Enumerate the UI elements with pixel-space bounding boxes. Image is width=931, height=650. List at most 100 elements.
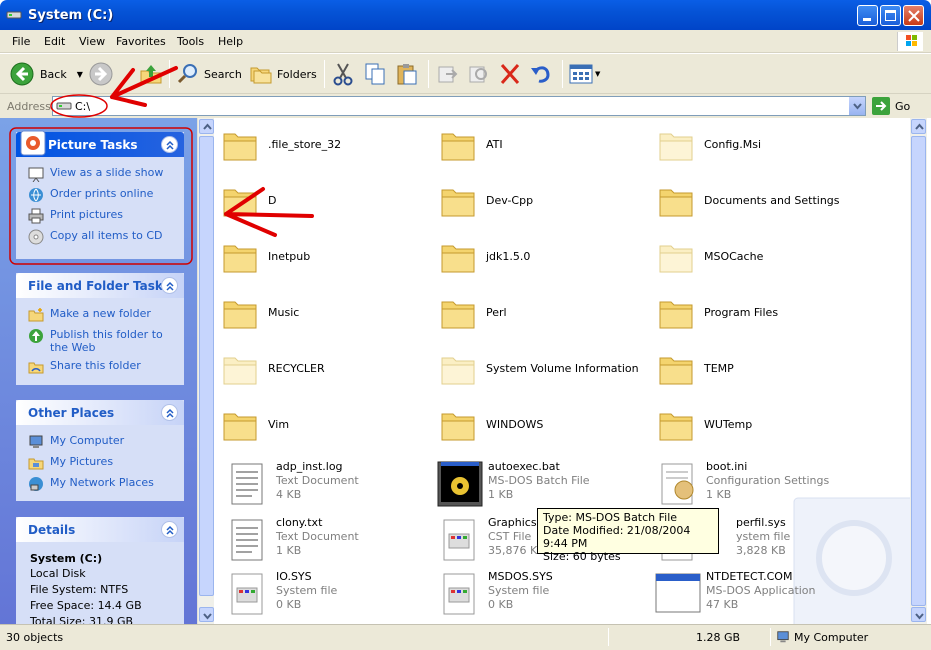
folder-item[interactable]: .file_store_32: [222, 128, 341, 162]
forward-button[interactable]: [89, 62, 113, 86]
folder-name: Program Files: [704, 306, 779, 319]
file-item[interactable]: boot.ini Configuration Settings 1 KB: [654, 460, 829, 508]
scroll-up-button[interactable]: [911, 119, 926, 134]
details-header[interactable]: Details: [16, 517, 184, 542]
file-item[interactable]: adp_inst.log Text Document 4 KB: [224, 460, 359, 508]
search-label: Search: [204, 67, 242, 81]
collapse-button[interactable]: [161, 404, 178, 421]
menu-tools[interactable]: Tools: [177, 35, 204, 48]
place-my-computer[interactable]: My Computer: [28, 434, 176, 450]
collapse-button[interactable]: [161, 277, 178, 294]
place-network[interactable]: My Network Places: [28, 476, 176, 492]
collapse-button[interactable]: [161, 136, 178, 153]
file-folder-tasks-header[interactable]: File and Folder Tasks: [16, 273, 184, 298]
folder-icon: [441, 189, 475, 217]
picture-tasks-header[interactable]: Picture Tasks: [16, 130, 184, 157]
my-computer-icon: [29, 435, 43, 448]
delete-button[interactable]: [499, 62, 521, 86]
scroll-down-button[interactable]: [911, 607, 926, 622]
menu-edit[interactable]: Edit: [44, 35, 65, 48]
copy-button[interactable]: [364, 62, 386, 86]
address-dropdown-button[interactable]: [848, 97, 865, 115]
network-places-icon: [29, 477, 43, 491]
folder-item[interactable]: TEMP: [658, 352, 734, 386]
folder-item[interactable]: Vim: [222, 408, 289, 442]
file-item[interactable]: clony.txt Text Document 1 KB: [224, 516, 359, 564]
folder-item[interactable]: WINDOWS: [440, 408, 543, 442]
folder-item[interactable]: Inetpub: [222, 240, 310, 274]
collapse-button[interactable]: [161, 521, 178, 538]
task-slide-show[interactable]: View as a slide show: [28, 166, 176, 182]
file-item[interactable]: IO.SYS System file 0 KB: [224, 570, 337, 618]
details-type: Local Disk: [30, 567, 86, 580]
folder-name: Vim: [268, 418, 290, 431]
copy-to-button[interactable]: [467, 62, 489, 86]
toolbar: Back ▼ Search Folders ▼: [0, 54, 931, 94]
address-field[interactable]: C:\: [52, 96, 866, 116]
undo-icon: [531, 66, 550, 83]
folder-item[interactable]: Perl: [440, 296, 507, 330]
folder-item[interactable]: ATI: [440, 128, 503, 162]
scroll-thumb[interactable]: [199, 136, 214, 596]
minimize-button[interactable]: [857, 5, 878, 26]
menu-view[interactable]: View: [79, 35, 105, 48]
folder-item[interactable]: WUTemp: [658, 408, 752, 442]
folder-item[interactable]: Dev-Cpp: [440, 184, 533, 218]
undo-button[interactable]: [530, 62, 552, 86]
folder-icon: [659, 301, 693, 329]
folder-item[interactable]: Documents and Settings: [658, 184, 840, 218]
folders-button[interactable]: Folders: [249, 62, 317, 86]
maximize-button[interactable]: [880, 5, 901, 26]
folder-item[interactable]: System Volume Information: [440, 352, 639, 386]
delete-x-icon: [500, 64, 520, 84]
folder-item[interactable]: Config.Msi: [658, 128, 761, 162]
folder-name: Inetpub: [268, 250, 311, 263]
paste-button[interactable]: [396, 62, 418, 86]
task-copy-to-cd[interactable]: Copy all items to CD: [28, 229, 176, 245]
back-dropdown-icon[interactable]: ▼: [77, 70, 83, 79]
folder-item[interactable]: Music: [222, 296, 299, 330]
file-item[interactable]: MSDOS.SYS System file 0 KB: [436, 570, 553, 618]
cut-button[interactable]: [332, 62, 354, 86]
scroll-up-button[interactable]: [199, 119, 214, 134]
task-order-prints[interactable]: Order prints online: [28, 187, 176, 203]
other-places-header[interactable]: Other Places: [16, 400, 184, 425]
folder-name: ATI: [486, 138, 503, 151]
task-publish-web[interactable]: Publish this folder to the Web: [28, 328, 176, 354]
place-my-pictures[interactable]: My Pictures: [28, 455, 176, 471]
address-label: Address: [7, 100, 51, 113]
windows-flag-icon: [906, 35, 917, 46]
file-item[interactable]: autoexec.bat MS-DOS Batch File 1 KB: [436, 460, 590, 508]
move-to-button[interactable]: [436, 62, 458, 86]
folder-item[interactable]: MSOCache: [658, 240, 763, 274]
file-item[interactable]: NTDETECT.COM MS-DOS Application 47 KB: [654, 570, 816, 618]
folder-item[interactable]: D: [222, 184, 276, 218]
title-bar[interactable]: System (C:): [0, 0, 931, 30]
status-size: 1.28 GB: [696, 631, 741, 644]
go-button[interactable]: Go: [872, 97, 922, 115]
folder-item[interactable]: jdk1.5.0: [440, 240, 530, 274]
back-button[interactable]: Back ▼: [10, 62, 83, 86]
file-item[interactable]: Graphics.c CST File 35,876 K: [436, 516, 546, 564]
task-pane-scrollbar[interactable]: [197, 118, 214, 624]
task-print-pictures[interactable]: Print pictures: [28, 208, 176, 224]
views-button[interactable]: ▼: [569, 62, 600, 86]
search-button[interactable]: Search: [176, 62, 242, 86]
content-scrollbar[interactable]: [910, 118, 927, 624]
folder-item[interactable]: Program Files: [658, 296, 778, 330]
up-folder-button[interactable]: [139, 62, 163, 86]
details-title: Details: [28, 523, 76, 537]
scroll-thumb[interactable]: [911, 136, 926, 606]
folder-item[interactable]: RECYCLER: [222, 352, 325, 386]
close-button[interactable]: [903, 5, 924, 26]
menu-file[interactable]: File: [12, 35, 30, 48]
menu-favorites[interactable]: Favorites: [116, 35, 166, 48]
file-folder-tasks-title: File and Folder Tasks: [28, 279, 171, 293]
task-share-folder[interactable]: Share this folder: [28, 359, 176, 375]
publish-web-icon: [29, 329, 43, 343]
task-new-folder[interactable]: Make a new folder: [28, 307, 176, 323]
scroll-down-button[interactable]: [199, 607, 214, 622]
menu-help[interactable]: Help: [218, 35, 243, 48]
close-icon: [908, 10, 920, 22]
views-dropdown-icon[interactable]: ▼: [595, 70, 600, 78]
